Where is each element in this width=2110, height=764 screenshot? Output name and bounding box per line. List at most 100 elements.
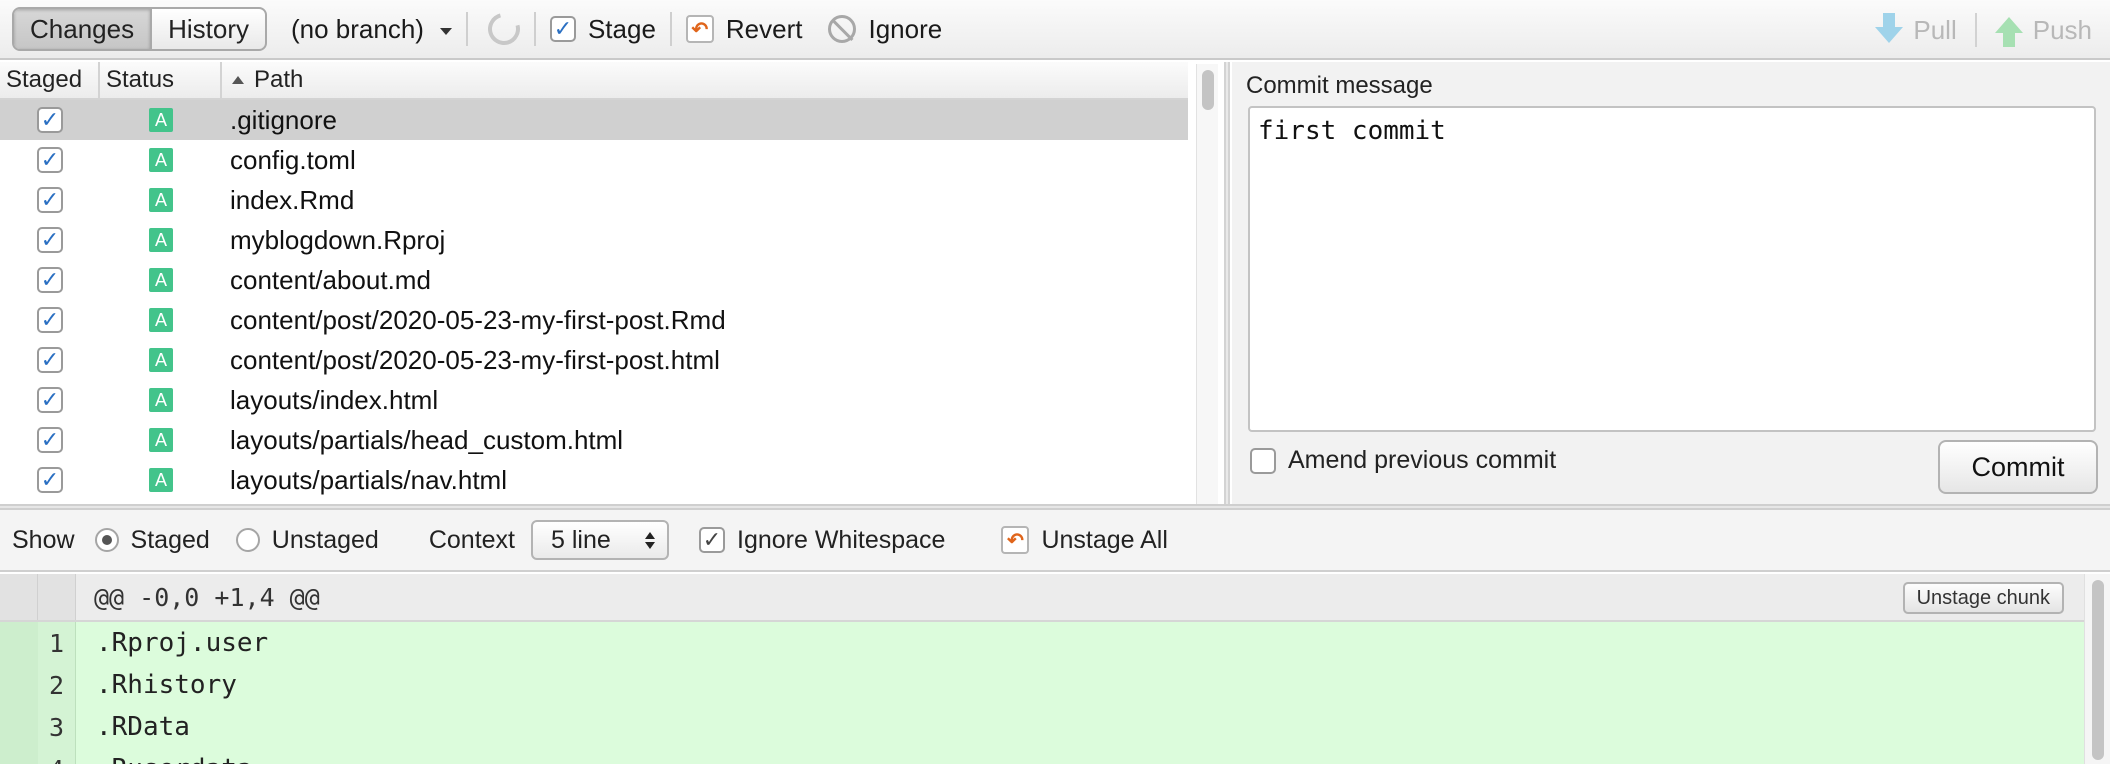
staged-checkbox[interactable]: ✓ [37,107,63,133]
table-row[interactable]: ✓ A config.toml [0,140,1188,180]
diff-added-line[interactable]: 1 .Rproj.user [0,622,2084,664]
vertical-splitter[interactable] [1224,62,1230,504]
ignore-button[interactable]: Ignore [828,14,942,45]
context-select[interactable]: 5 line [531,520,669,560]
status-added-badge: A [149,388,173,412]
column-header-status[interactable]: Status [100,62,222,98]
new-line-gutter [38,574,76,620]
unstage-chunk-button[interactable]: Unstage chunk [1902,582,2064,614]
branch-dropdown[interactable]: (no branch) [291,14,452,45]
show-label: Show [12,525,75,554]
pull-button[interactable]: Pull [1857,13,1974,46]
staged-radio-label: Staged [130,525,210,554]
old-line-gutter [0,574,38,620]
context-label: Context [428,525,515,554]
file-path: myblogdown.Rproj [230,224,446,255]
amend-checkbox[interactable]: ✓ [1250,447,1276,474]
diff-view: @@ -0,0 +1,4 @@ Unstage chunk 1 .Rproj.u… [0,574,2084,764]
diff-line-text: .Rproj.user [96,628,269,658]
table-row[interactable]: ✓ A myblogdown.Rproj [0,220,1188,260]
table-row[interactable]: ✓ A index.Rmd [0,180,1188,220]
radio-selected-icon [94,528,119,552]
stage-label: Stage [587,13,656,44]
table-row[interactable]: ✓ A content/about.md [0,260,1188,300]
file-path: layouts/partials/head_custom.html [230,424,624,455]
commit-message-input[interactable]: first commit [1248,106,2096,432]
revert-label: Revert [725,13,803,44]
tab-history[interactable]: History [152,9,265,49]
file-path: layouts/index.html [230,384,439,415]
amend-label: Amend previous commit [1288,446,1557,474]
checkbox-icon: ✓ [549,16,576,42]
old-line-number [0,748,38,764]
table-row[interactable]: ✓ A layouts/partials/head_custom.html [0,420,1188,460]
staged-checkbox[interactable]: ✓ [37,227,63,253]
revert-icon: ↶ [1001,526,1030,554]
staged-checkbox[interactable]: ✓ [37,347,63,373]
pull-label: Pull [1913,14,1957,45]
new-line-number: 3 [38,706,76,748]
file-list-pane: Staged Status Path ✓ A .gitignore ✓ A co… [0,62,1188,504]
table-row[interactable]: ✓ A content/post/2020-05-23-my-first-pos… [0,340,1188,380]
push-button[interactable]: Push [1977,14,2110,47]
push-label: Push [2032,14,2092,45]
unstaged-radio-label: Unstaged [271,525,379,554]
file-path: content/about.md [230,264,431,295]
staged-checkbox[interactable]: ✓ [37,307,63,333]
diff-line-text: .RData [96,712,190,742]
toolbar-divider [465,12,468,46]
show-staged-radio[interactable]: Staged [94,525,210,555]
ignore-whitespace-checkbox-row[interactable]: ✓ Ignore Whitespace [699,526,945,555]
table-header: Staged Status Path [0,62,1188,100]
diff-line-text: .Rhistory [96,670,237,700]
ignore-label: Ignore [868,13,943,44]
refresh-icon[interactable] [482,7,526,51]
status-added-badge: A [149,348,173,372]
scrollbar-thumb[interactable] [2092,580,2104,760]
tab-changes[interactable]: Changes [14,9,151,49]
diff-added-line[interactable]: 2 .Rhistory [0,664,2084,706]
ignore-whitespace-checkbox[interactable]: ✓ [699,527,725,553]
column-header-staged[interactable]: Staged [0,62,100,98]
amend-checkbox-row[interactable]: ✓ Amend previous commit [1250,446,1556,475]
table-row[interactable]: ✓ A layouts/partials/nav.html [0,460,1188,500]
staged-checkbox[interactable]: ✓ [37,147,63,173]
diff-scrollbar[interactable] [2084,574,2110,764]
file-path: content/post/2020-05-23-my-first-post.Rm… [230,304,726,335]
table-row[interactable]: ✓ A .gitignore [0,100,1188,140]
staged-checkbox[interactable]: ✓ [37,187,63,213]
old-line-number [0,622,38,664]
commit-button[interactable]: Commit [1938,440,2098,494]
status-added-badge: A [149,148,173,172]
diff-toolbar: Show Staged Unstaged Context 5 line ✓ Ig… [0,510,2110,572]
stepper-arrows-icon [645,531,655,549]
status-added-badge: A [149,308,173,332]
file-path: .gitignore [230,104,337,135]
commit-pane: Commit message first commit ✓ Amend prev… [1232,62,2110,504]
staged-checkbox[interactable]: ✓ [37,387,63,413]
file-list-scrollbar[interactable] [1196,64,1218,506]
new-line-number: 4 [38,748,76,764]
show-unstaged-radio[interactable]: Unstaged [235,525,379,555]
diff-added-line[interactable]: 3 .RData [0,706,2084,748]
column-header-path[interactable]: Path [222,62,1188,98]
diff-added-line[interactable]: 4 .Ruserdata [0,748,2084,764]
table-row[interactable]: ✓ A layouts/index.html [0,380,1188,420]
sort-ascending-icon [232,76,244,84]
commit-message-label: Commit message [1246,72,1433,99]
revert-button[interactable]: ↶ Revert [685,13,803,45]
unstage-all-button[interactable]: ↶ Unstage All [1001,526,1168,555]
staged-checkbox[interactable]: ✓ [37,467,63,493]
push-arrow-icon [1994,17,2023,47]
hunk-header-text: @@ -0,0 +1,4 @@ [94,582,320,612]
status-added-badge: A [149,228,173,252]
pull-arrow-icon [1875,13,1904,43]
staged-checkbox[interactable]: ✓ [37,427,63,453]
toolbar-divider [533,12,536,46]
scrollbar-thumb[interactable] [1202,70,1214,110]
file-path: config.toml [230,144,356,175]
staged-checkbox[interactable]: ✓ [37,267,63,293]
stage-button[interactable]: ✓ Stage [549,13,656,45]
file-path: layouts/partials/nav.html [230,464,507,495]
table-row[interactable]: ✓ A content/post/2020-05-23-my-first-pos… [0,300,1188,340]
